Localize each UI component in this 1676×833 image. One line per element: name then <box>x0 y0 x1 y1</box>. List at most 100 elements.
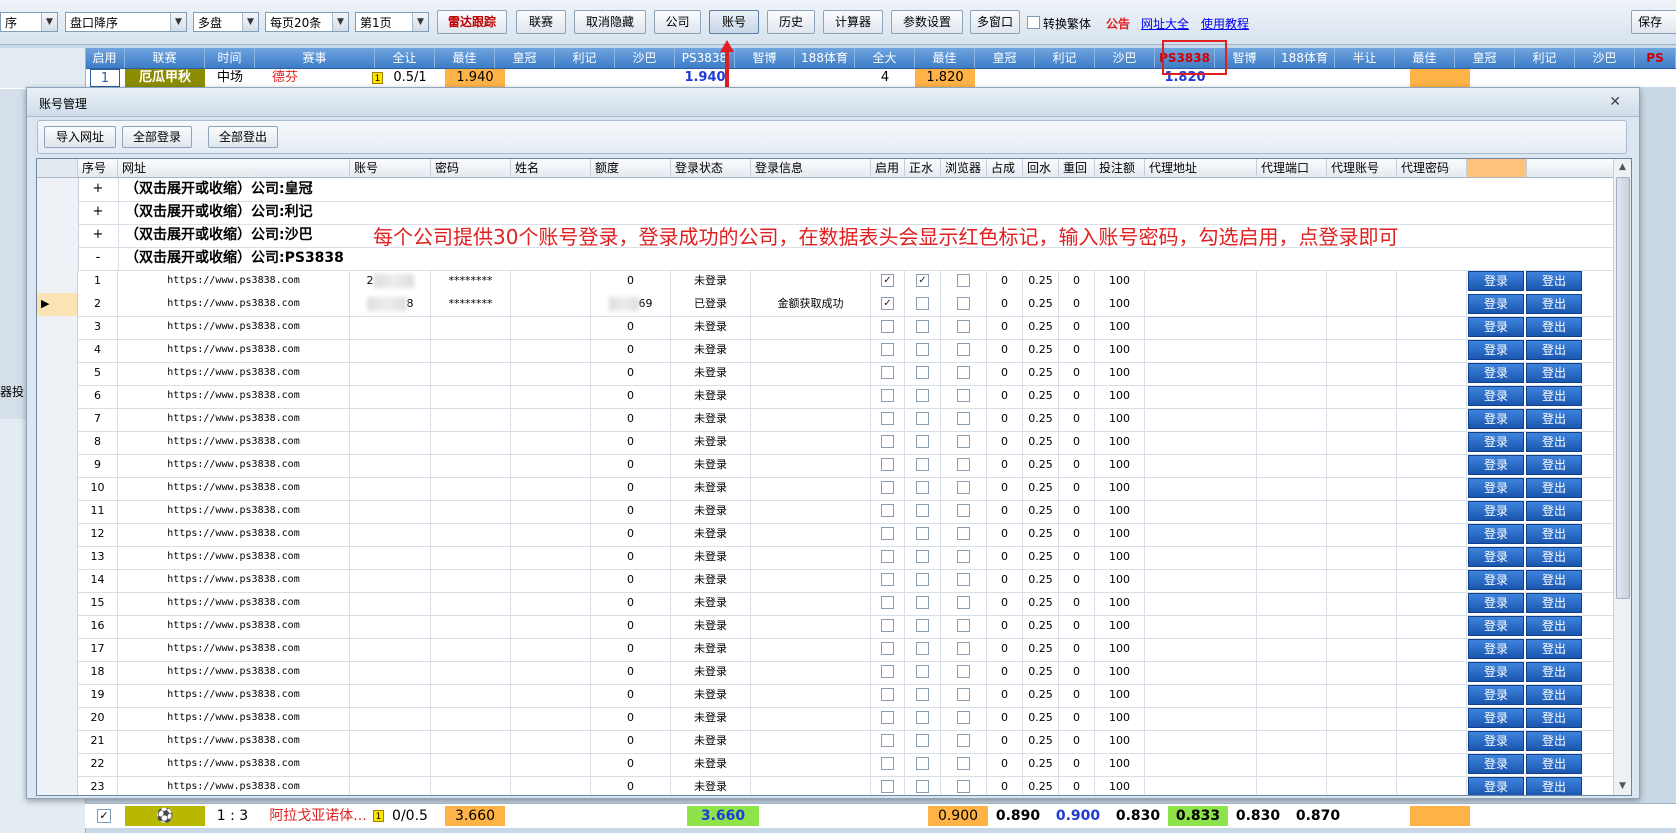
proxy-port-cell[interactable] <box>1257 753 1327 776</box>
browser-checkbox[interactable] <box>957 457 970 471</box>
account-row[interactable]: 23 https://www.ps3838.com 0 未登录 0 0.25 0 100 登录登… <box>37 776 1613 795</box>
proxy-password-cell[interactable] <box>1397 339 1467 362</box>
browser-checkbox[interactable] <box>957 687 970 701</box>
positive-checkbox[interactable] <box>916 388 929 402</box>
row-selector[interactable] <box>37 615 78 638</box>
col-handicap[interactable]: 全让 <box>375 48 435 68</box>
login-button[interactable]: 登录 <box>1468 340 1524 360</box>
bet-cell[interactable]: 100 <box>1095 316 1145 339</box>
re-cell[interactable]: 0 <box>1059 385 1095 408</box>
enabled-checkbox[interactable] <box>881 457 894 471</box>
name-cell[interactable] <box>511 615 591 638</box>
col-rebate[interactable]: 回水 <box>1023 159 1059 177</box>
url-cell[interactable]: https://www.ps3838.com <box>118 569 350 592</box>
proxy-account-cell[interactable] <box>1327 431 1397 454</box>
proxy-account-cell[interactable] <box>1327 270 1397 293</box>
login-button[interactable]: 登录 <box>1468 271 1524 291</box>
password-cell[interactable] <box>431 454 511 477</box>
browser-checkbox[interactable] <box>957 733 970 747</box>
enabled-checkbox[interactable] <box>881 526 894 540</box>
bet-cell[interactable]: 100 <box>1095 638 1145 661</box>
account-cell[interactable] <box>350 454 431 477</box>
url-cell[interactable]: https://www.ps3838.com <box>118 500 350 523</box>
logout-all-button[interactable]: 全部登出 <box>208 126 278 148</box>
account-row[interactable]: 9 https://www.ps3838.com 0 未登录 0 0.25 0 100 登录 登出 <box>37 454 1613 478</box>
proxy-addr-cell[interactable] <box>1145 661 1257 684</box>
browser-checkbox[interactable] <box>957 618 970 632</box>
logout-button[interactable]: 登出 <box>1526 777 1582 795</box>
re-cell[interactable]: 0 <box>1059 776 1095 795</box>
browser-checkbox[interactable] <box>957 710 970 724</box>
rebate-cell[interactable]: 0.25 <box>1023 615 1059 638</box>
market-select[interactable]: 多盘 ▼ <box>193 12 259 32</box>
logout-button[interactable]: 登出 <box>1526 340 1582 360</box>
col-proxy-addr[interactable]: 代理地址 <box>1145 159 1257 177</box>
account-cell[interactable] <box>350 730 431 753</box>
re-cell[interactable]: 0 <box>1059 477 1095 500</box>
url-cell[interactable]: https://www.ps3838.com <box>118 707 350 730</box>
col-crown[interactable]: 皇冠 <box>495 48 555 68</box>
name-cell[interactable] <box>511 270 591 293</box>
rebate-cell[interactable]: 0.25 <box>1023 477 1059 500</box>
proxy-port-cell[interactable] <box>1257 500 1327 523</box>
share-cell[interactable]: 0 <box>987 730 1023 753</box>
enabled-checkbox[interactable] <box>881 756 894 770</box>
name-cell[interactable] <box>511 500 591 523</box>
row-selector[interactable] <box>37 753 78 776</box>
rebate-cell[interactable]: 0.25 <box>1023 293 1059 316</box>
proxy-addr-cell[interactable] <box>1145 707 1257 730</box>
logout-button[interactable]: 登出 <box>1526 593 1582 613</box>
proxy-port-cell[interactable] <box>1257 684 1327 707</box>
bet-cell[interactable]: 100 <box>1095 661 1145 684</box>
account-row[interactable]: 19 https://www.ps3838.com 0 未登录 0 0.25 0 100 登录登… <box>37 684 1613 708</box>
rebate-cell[interactable]: 0.25 <box>1023 638 1059 661</box>
account-row[interactable]: 8 https://www.ps3838.com 0 未登录 0 0.25 0 100 登录 登出 <box>37 431 1613 455</box>
rebate-cell[interactable]: 0.25 <box>1023 339 1059 362</box>
account-button[interactable]: 账号 <box>709 10 759 34</box>
radar-track-button[interactable]: 雷达跟踪 <box>437 10 507 34</box>
password-cell[interactable] <box>431 500 511 523</box>
rebate-cell[interactable]: 0.25 <box>1023 684 1059 707</box>
account-cell[interactable]: 8 <box>350 293 431 316</box>
col-re[interactable]: 重回 <box>1059 159 1095 177</box>
login-button[interactable]: 登录 <box>1468 409 1524 429</box>
logout-button[interactable]: 登出 <box>1526 708 1582 728</box>
scroll-down-icon[interactable]: ▼ <box>1614 778 1631 795</box>
col-half-best[interactable]: 最佳 <box>1395 48 1455 68</box>
url-cell[interactable]: https://www.ps3838.com <box>118 293 350 316</box>
page-select[interactable]: 第1页 ▼ <box>355 12 429 32</box>
re-cell[interactable]: 0 <box>1059 592 1095 615</box>
account-row[interactable]: 20 https://www.ps3838.com 0 未登录 0 0.25 0 100 登录登… <box>37 707 1613 731</box>
proxy-addr-cell[interactable] <box>1145 408 1257 431</box>
enabled-checkbox[interactable] <box>881 342 894 356</box>
enabled-checkbox[interactable] <box>881 365 894 379</box>
bet-cell[interactable]: 100 <box>1095 730 1145 753</box>
proxy-addr-cell[interactable] <box>1145 592 1257 615</box>
enabled-checkbox[interactable] <box>881 572 894 586</box>
password-cell[interactable] <box>431 730 511 753</box>
col-proxy-password[interactable]: 代理密码 <box>1397 159 1467 177</box>
row-selector[interactable] <box>37 316 78 339</box>
col-no[interactable]: 序号 <box>78 159 118 177</box>
rebate-cell[interactable]: 0.25 <box>1023 776 1059 795</box>
account-row[interactable]: 7 https://www.ps3838.com 0 未登录 0 0.25 0 100 登录 登出 <box>37 408 1613 432</box>
proxy-addr-cell[interactable] <box>1145 730 1257 753</box>
row-match[interactable]: 阿拉戈亚诺体... <box>263 806 373 826</box>
proxy-password-cell[interactable] <box>1397 546 1467 569</box>
unhide-button[interactable]: 取消隐藏 <box>574 10 646 34</box>
account-cell[interactable] <box>350 753 431 776</box>
col-half[interactable]: 半让 <box>1335 48 1395 68</box>
browser-checkbox[interactable] <box>957 549 970 563</box>
login-button[interactable]: 登录 <box>1468 455 1524 475</box>
re-cell[interactable]: 0 <box>1059 638 1095 661</box>
password-cell[interactable] <box>431 707 511 730</box>
name-cell[interactable] <box>511 707 591 730</box>
proxy-password-cell[interactable] <box>1397 615 1467 638</box>
col-account[interactable]: 账号 <box>350 159 431 177</box>
name-cell[interactable] <box>511 339 591 362</box>
settings-button[interactable]: 参数设置 <box>891 10 963 34</box>
proxy-password-cell[interactable] <box>1397 316 1467 339</box>
col-time[interactable]: 时间 <box>205 48 255 68</box>
url-cell[interactable]: https://www.ps3838.com <box>118 638 350 661</box>
account-cell[interactable] <box>350 362 431 385</box>
